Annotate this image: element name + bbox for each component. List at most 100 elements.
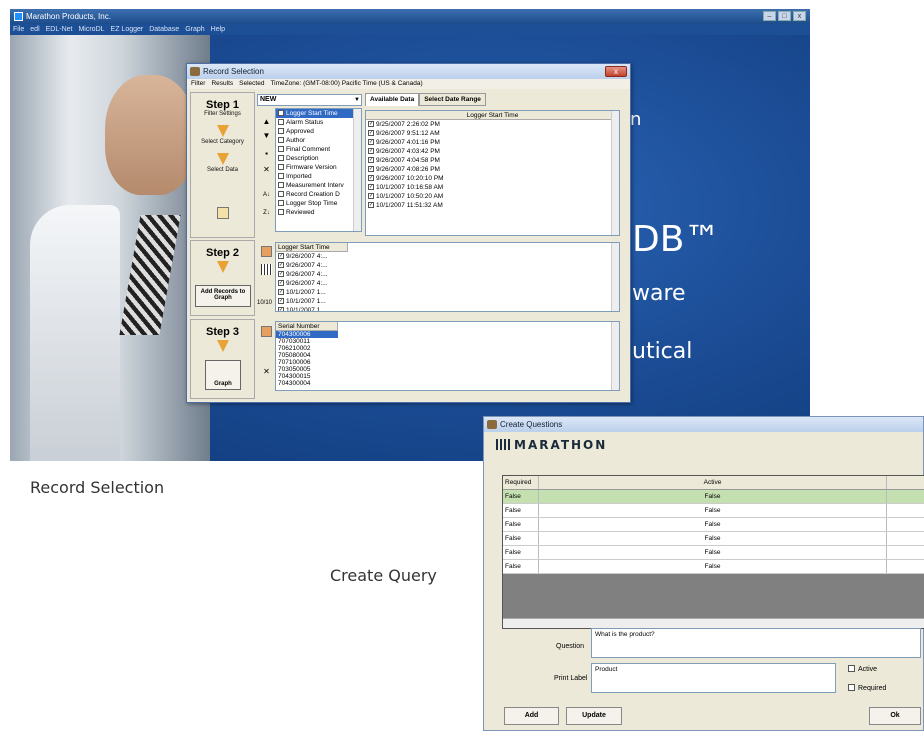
barcode-icon[interactable] [261,264,272,275]
close-button[interactable]: x [793,11,806,21]
checkbox[interactable]: ✓ [368,175,374,182]
step2-record-item[interactable]: ✓ 9/26/2007 4:... [276,252,619,261]
filter-settings-icon[interactable] [217,207,229,219]
table-row[interactable]: False False [503,532,924,546]
available-data-item[interactable]: ✓ 9/26/2007 4:01:16 PM [366,138,619,147]
menu-graph[interactable]: Graph [185,24,204,35]
available-data-item[interactable]: ✓ 9/26/2007 4:04:58 PM [366,156,619,165]
table-row[interactable]: False False [503,504,924,518]
serial-number-item[interactable]: 707100006 [276,359,338,366]
category-item[interactable]: Logger Stop Time [276,199,361,208]
category-item[interactable]: Measurement Interv [276,181,361,190]
checkbox[interactable] [278,128,284,135]
checkbox[interactable]: ✓ [368,166,374,173]
menu-ez-logger[interactable]: EZ Logger [111,24,144,35]
checkbox[interactable]: ✓ [278,253,284,260]
table-row[interactable]: False False [503,490,924,504]
serial-number-item[interactable]: 706210002 [276,345,338,352]
checkbox[interactable]: ✓ [278,307,284,311]
available-data-item[interactable]: ✓ 9/26/2007 10:20:10 PM [366,174,619,183]
checkbox[interactable]: ✓ [278,298,284,305]
tab-available-data[interactable]: Available Data [365,93,420,106]
minimize-button[interactable]: ‒ [763,11,776,21]
checkbox[interactable]: ✓ [368,202,374,209]
update-button[interactable]: Update [566,707,622,725]
category-item[interactable]: Reviewed [276,208,361,217]
checkbox[interactable] [278,155,284,162]
menu-results[interactable]: Results [211,79,233,89]
serial-number-item[interactable]: 707030011 [276,338,338,345]
category-item[interactable]: Description [276,154,361,163]
sort-descending-icon[interactable]: Z↓ [261,208,272,219]
checkbox[interactable] [278,209,284,216]
table-row[interactable]: False False [503,560,924,574]
checkbox[interactable]: ✓ [368,157,374,164]
category-scrollbar[interactable] [353,109,361,231]
column-required[interactable]: Required [503,476,539,489]
available-data-item[interactable]: ✓ 9/26/2007 4:08:26 PM [366,165,619,174]
available-data-item[interactable]: ✓ 10/1/2007 11:51:32 AM [366,201,619,210]
checkbox[interactable] [278,119,284,126]
move-up-icon[interactable]: ▲ [261,116,272,127]
table-row[interactable]: False False [503,518,924,532]
grid-horizontal-scrollbar[interactable] [503,618,924,628]
filter-name-select[interactable]: NEW ▼ [257,94,362,106]
checkbox[interactable]: ✓ [368,139,374,146]
available-data-item[interactable]: ✓ 9/25/2007 2:26:02 PM [366,120,619,129]
available-data-item[interactable]: ✓ 10/1/2007 10:16:58 AM [366,183,619,192]
category-item[interactable]: ✓ Logger Start Time [276,109,361,118]
maximize-button[interactable]: □ [778,11,791,21]
menu-selected[interactable]: Selected [239,79,264,89]
menu-edl[interactable]: edl [30,24,39,35]
category-item[interactable]: Author [276,136,361,145]
available-data-item[interactable]: ✓ 10/1/2007 10:50:20 AM [366,192,619,201]
checkbox[interactable] [278,137,284,144]
column-active[interactable]: Active [539,476,887,489]
serial-number-item[interactable]: 704300015 [276,373,338,380]
checkbox[interactable]: ✓ [278,262,284,269]
step2-record-item[interactable]: ✓ 10/1/2007 1... [276,288,619,297]
available-data-item[interactable]: ✓ 9/26/2007 9:51:12 AM [366,129,619,138]
checkbox[interactable] [278,182,284,189]
menu-edl-net[interactable]: EDL-Net [46,24,73,35]
checkbox[interactable]: ✓ [368,121,374,128]
step2-record-item[interactable]: ✓ 9/26/2007 4:... [276,279,619,288]
menu-file[interactable]: File [13,24,24,35]
checkbox[interactable]: ✓ [278,280,284,287]
table-row[interactable]: False False [503,546,924,560]
checkbox[interactable]: ✓ [368,148,374,155]
checkbox[interactable] [278,173,284,180]
add-records-button[interactable]: Add Records to Graph [195,285,251,307]
category-item[interactable]: Firmware Version [276,163,361,172]
category-item[interactable]: Approved [276,127,361,136]
print-label-field[interactable]: Product [591,663,836,693]
checkbox[interactable]: ✓ [368,193,374,200]
category-item[interactable]: Alarm Status [276,118,361,127]
serial-scrollbar[interactable] [611,322,619,390]
category-item[interactable]: Imported [276,172,361,181]
step2-record-item[interactable]: ✓ 9/26/2007 4:... [276,261,619,270]
serial-number-item[interactable]: 705080004 [276,352,338,359]
menu-microdl[interactable]: MicroDL [78,24,104,35]
active-checkbox[interactable]: Active [848,665,877,673]
checkbox[interactable]: ✓ [278,110,284,117]
sort-ascending-icon[interactable]: A↓ [261,190,272,201]
serial-number-item[interactable]: 704300004 [276,380,338,387]
available-data-scrollbar[interactable] [611,111,619,235]
menu-database[interactable]: Database [149,24,179,35]
step2-record-item[interactable]: ✓ 10/1/2007 1... [276,306,619,311]
close-button[interactable]: x [605,66,627,77]
checkbox[interactable] [278,146,284,153]
checkbox[interactable] [278,164,284,171]
checkbox[interactable]: ✓ [368,130,374,137]
menu-filter[interactable]: Filter [191,79,205,89]
menu-help[interactable]: Help [211,24,225,35]
graph-button[interactable]: Graph [205,360,241,390]
available-data-item[interactable]: ✓ 9/26/2007 4:03:42 PM [366,147,619,156]
move-down-icon[interactable]: ▼ [261,130,272,141]
add-button[interactable]: Add [504,707,559,725]
category-item[interactable]: Record Creation D [276,190,361,199]
checkbox[interactable]: ✓ [368,184,374,191]
step2-record-item[interactable]: ✓ 9/26/2007 4:... [276,270,619,279]
step2-record-item[interactable]: ✓ 10/1/2007 1... [276,297,619,306]
